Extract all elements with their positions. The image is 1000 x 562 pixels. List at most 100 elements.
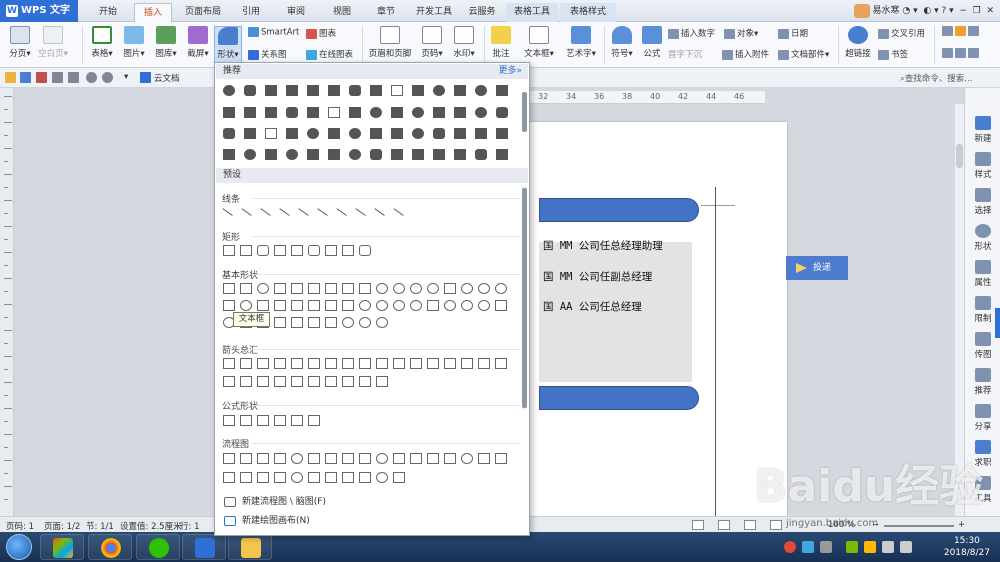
line-shape[interactable] <box>260 204 274 216</box>
gallery-button[interactable]: 图库▾ <box>152 26 180 59</box>
chart-button[interactable]: 图表 <box>306 27 336 39</box>
recommended-shape[interactable] <box>454 149 466 160</box>
task-share[interactable]: 分享 <box>965 404 1000 432</box>
tray-volume-icon[interactable] <box>900 541 912 553</box>
flowchart-shape[interactable] <box>376 453 388 464</box>
recommended-shape[interactable] <box>223 85 235 96</box>
basic-shape[interactable] <box>223 283 235 294</box>
date-button[interactable]: 日期 <box>778 27 808 39</box>
qat-dropdown-icon[interactable]: ▾ <box>124 72 128 82</box>
taskbar-app[interactable] <box>136 534 180 560</box>
basic-shape[interactable] <box>376 283 388 294</box>
flowchart-shape[interactable] <box>240 453 252 464</box>
basic-shape[interactable] <box>393 283 405 294</box>
tab-view[interactable]: 视图 <box>322 3 362 22</box>
recommended-shape[interactable] <box>412 107 424 118</box>
taskbar-app[interactable] <box>182 534 226 560</box>
bookmark-button[interactable]: 书签 <box>878 48 908 60</box>
basic-shape[interactable] <box>257 300 269 311</box>
basic-shape[interactable] <box>427 283 439 294</box>
tray-network-icon[interactable] <box>882 541 894 553</box>
arrow-shape[interactable] <box>257 376 269 387</box>
tab-table-style[interactable]: 表格样式 <box>560 3 616 22</box>
drop-cap-button[interactable]: 首字下沉 <box>668 48 702 60</box>
view-read-icon[interactable] <box>770 520 782 530</box>
arrow-shape[interactable] <box>376 358 388 369</box>
flowchart-shape[interactable] <box>376 472 388 483</box>
flowchart-shape[interactable] <box>478 453 490 464</box>
arrow-shape[interactable] <box>240 358 252 369</box>
rectangle-shape[interactable] <box>308 245 320 256</box>
recommended-shape[interactable] <box>496 149 508 160</box>
arrow-shape[interactable] <box>444 358 456 369</box>
arrow-shape[interactable] <box>495 358 507 369</box>
flowchart-shape[interactable] <box>257 472 269 483</box>
recommended-shape[interactable] <box>349 107 361 118</box>
view-web-icon[interactable] <box>718 520 730 530</box>
basic-shape[interactable] <box>325 283 337 294</box>
insert-number-button[interactable]: 插入数字 <box>668 27 715 39</box>
arrow-shape[interactable] <box>342 376 354 387</box>
arrow-shape[interactable] <box>223 358 235 369</box>
basic-shape[interactable] <box>291 283 303 294</box>
wps-app-button[interactable]: WWPS 文字 ▾ <box>0 0 78 38</box>
arrow-shape[interactable] <box>257 358 269 369</box>
basic-shape[interactable] <box>461 300 473 311</box>
basic-shape[interactable] <box>393 300 405 311</box>
arrow-shape[interactable] <box>325 376 337 387</box>
flowchart-shape[interactable] <box>223 472 235 483</box>
basic-shape[interactable] <box>359 283 371 294</box>
task-style[interactable]: 样式 <box>965 152 1000 180</box>
presets-scrollbar[interactable] <box>522 186 527 410</box>
view-page-icon[interactable] <box>692 520 704 530</box>
basic-shape[interactable] <box>478 300 490 311</box>
minimize-icon[interactable]: − <box>959 6 967 16</box>
status-pages[interactable]: 页面: 1/2 <box>44 520 80 532</box>
flowchart-shape[interactable] <box>240 472 252 483</box>
arrow-shape[interactable] <box>325 358 337 369</box>
recommended-shape[interactable] <box>433 85 445 96</box>
ribbon-extra-tools-2[interactable] <box>942 48 981 59</box>
flowchart-shape[interactable] <box>393 472 405 483</box>
shapes-button[interactable]: 形状▾ <box>214 26 242 64</box>
rectangle-shape[interactable] <box>257 245 269 256</box>
zoom-in-icon[interactable]: + <box>958 520 965 530</box>
recommended-shape[interactable] <box>244 128 256 139</box>
flowchart-shape[interactable] <box>495 453 507 464</box>
basic-shape[interactable] <box>223 300 235 311</box>
equation-shape[interactable] <box>240 415 252 426</box>
basic-shape[interactable] <box>308 300 320 311</box>
basic-shape[interactable] <box>478 283 490 294</box>
flowchart-shape[interactable] <box>325 472 337 483</box>
line-shape[interactable] <box>279 204 293 216</box>
recommended-shape[interactable] <box>307 128 319 139</box>
arrow-shape[interactable] <box>393 358 405 369</box>
tray-app-icon[interactable] <box>846 541 858 553</box>
doc-part-button[interactable]: 文档部件▾ <box>778 48 829 60</box>
flowchart-shape[interactable] <box>410 453 422 464</box>
table-button[interactable]: 表格▾ <box>88 26 116 59</box>
basic-shape[interactable] <box>308 317 320 328</box>
comment-button[interactable]: 批注 <box>488 26 514 59</box>
taskbar-clock[interactable]: 15:30 2018/8/27 <box>944 535 990 559</box>
basic-shape[interactable] <box>376 300 388 311</box>
basic-shape[interactable] <box>274 283 286 294</box>
recommended-shape[interactable] <box>370 107 382 118</box>
arrow-shape[interactable] <box>223 376 235 387</box>
flowchart-shape[interactable] <box>325 453 337 464</box>
recommended-scrollbar[interactable] <box>522 92 527 132</box>
basic-shape[interactable] <box>495 283 507 294</box>
line-shape[interactable] <box>393 204 407 216</box>
task-new[interactable]: 新建 <box>965 116 1000 144</box>
basic-shape[interactable] <box>240 283 252 294</box>
recommended-shape[interactable] <box>223 128 235 139</box>
recommended-shape[interactable] <box>328 128 340 139</box>
recommended-shape[interactable] <box>412 149 424 160</box>
arrow-shape[interactable] <box>308 376 320 387</box>
basic-shape[interactable] <box>325 317 337 328</box>
line-shape[interactable] <box>222 204 236 216</box>
submit-resume-button[interactable]: 投递 <box>786 256 848 280</box>
page-break-button[interactable]: 分页▾ <box>6 26 34 59</box>
flowchart-shape[interactable] <box>308 472 320 483</box>
recommended-shape[interactable] <box>328 149 340 160</box>
